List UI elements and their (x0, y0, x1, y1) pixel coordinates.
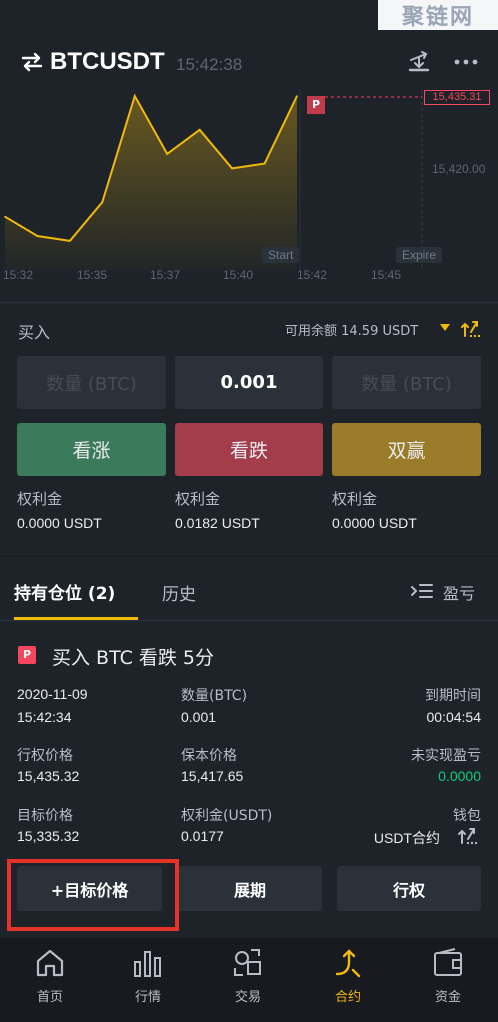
x-tick-label: 15:42 (297, 268, 328, 282)
caret-down-icon[interactable] (440, 324, 450, 331)
swap-arrows-icon[interactable] (20, 50, 44, 74)
premium-label: 权利金 (332, 490, 378, 508)
position-time: 15:42:34 (17, 709, 72, 725)
premium-label: 权利金 (175, 490, 221, 508)
available-balance: 可用余额 14.59 USDT (285, 324, 419, 339)
highlight-annotation (7, 859, 179, 931)
nav-wallet-label: 资金 (434, 990, 461, 1005)
premium-value-call: 0.0000 USDT (17, 515, 102, 531)
position-marker: P (307, 96, 325, 114)
double-win-button[interactable]: 双赢 (332, 423, 481, 476)
quantity-input[interactable]: 0.001 (175, 356, 323, 409)
divider (0, 302, 498, 303)
quantity-input-left[interactable]: 数量 (BTC) (17, 356, 166, 409)
breakeven-value: 15,417.65 (181, 768, 244, 784)
price-point (133, 95, 136, 97)
transfer-icon[interactable] (461, 318, 481, 338)
watermark-logo: 聚链网 (378, 0, 498, 30)
call-button[interactable]: 看涨 (17, 423, 166, 476)
nav-trade[interactable]: 交易 (198, 946, 298, 1016)
tab-positions[interactable]: 持有仓位 (2) (14, 579, 115, 604)
nav-wallet[interactable]: 资金 (398, 946, 498, 1016)
price-area (5, 96, 297, 270)
premium-label: 权利金 (17, 490, 63, 508)
price-point (101, 201, 104, 204)
position-date: 2020-11-09 (17, 686, 88, 702)
nav-futures[interactable]: 合约 (298, 946, 398, 1016)
price-point (166, 153, 169, 155)
x-tick-label: 15:40 (223, 268, 254, 282)
x-tick-label: 15:32 (3, 268, 34, 282)
qty-value: 0.001 (181, 709, 217, 725)
buy-label: 买入 (18, 323, 51, 342)
wallet-value: USDT合约 (373, 830, 440, 846)
premium-value-double: 0.0000 USDT (332, 515, 417, 531)
target-value: 15,335.32 (17, 828, 80, 844)
symbol-title[interactable]: BTCUSDT (50, 48, 165, 76)
position-premium-label: 权利金(USDT) (181, 808, 273, 824)
tab-history[interactable]: 历史 (162, 580, 196, 605)
section-separator (0, 556, 498, 557)
expiry-value: 00:04:54 (426, 709, 482, 725)
transfer-tray-icon[interactable] (406, 50, 432, 76)
nav-markets-label: 行情 (134, 990, 161, 1005)
current-price-tag: 15,435.31 (424, 90, 490, 105)
expiry-label: 到期时间 (425, 688, 481, 704)
extend-button[interactable]: 展期 (178, 866, 322, 911)
nav-home[interactable]: 首页 (0, 946, 100, 1016)
transfer-icon[interactable] (458, 825, 478, 845)
upl-value: 0.0000 (438, 768, 481, 784)
pl-label[interactable]: 盈亏 (443, 580, 475, 604)
x-tick-label: 15:45 (371, 268, 402, 282)
price-point (36, 235, 39, 237)
pl-list-icon[interactable] (410, 581, 434, 601)
target-label: 目标价格 (17, 808, 73, 824)
price-point (69, 240, 71, 242)
nav-futures-label: 合约 (334, 990, 361, 1005)
put-button[interactable]: 看跌 (175, 423, 323, 476)
upl-label: 未实现盈亏 (411, 748, 481, 764)
wallet-icon (434, 948, 462, 976)
start-label: Start (262, 247, 300, 263)
qty-label: 数量(BTC) (181, 688, 248, 704)
price-point (296, 95, 298, 97)
premium-value-put: 0.0182 USDT (175, 515, 260, 531)
x-tick-label: 15:37 (150, 268, 181, 282)
strike-label: 行权价格 (17, 748, 73, 764)
x-tick-label: 15:35 (77, 268, 108, 282)
nav-home-label: 首页 (36, 990, 63, 1005)
wallet-label: 钱包 (453, 808, 481, 824)
exercise-button[interactable]: 行权 (337, 866, 481, 911)
price-point (198, 129, 201, 131)
nav-trade-label: 交易 (234, 990, 261, 1005)
price-point (231, 167, 233, 170)
strike-value: 15,435.32 (17, 768, 80, 784)
breakeven-label: 保本价格 (181, 748, 237, 764)
quantity-input-right[interactable]: 数量 (BTC) (332, 356, 481, 409)
divider (0, 620, 498, 621)
price-point (263, 162, 266, 165)
position-badge: P (18, 646, 36, 664)
y-tick-label: 15,420.00 (432, 162, 486, 176)
trade-icon (234, 949, 261, 976)
more-icon[interactable] (452, 52, 480, 72)
home-icon (36, 949, 64, 977)
futures-icon (335, 949, 361, 978)
expire-label: Expire (396, 247, 443, 263)
position-premium-value: 0.0177 (181, 828, 224, 844)
header-time: 15:42:38 (176, 55, 243, 74)
price-point (4, 215, 6, 218)
nav-markets[interactable]: 行情 (98, 946, 198, 1016)
markets-icon (134, 951, 161, 977)
position-title: 买入 BTC 看跌 5分 (52, 647, 215, 669)
